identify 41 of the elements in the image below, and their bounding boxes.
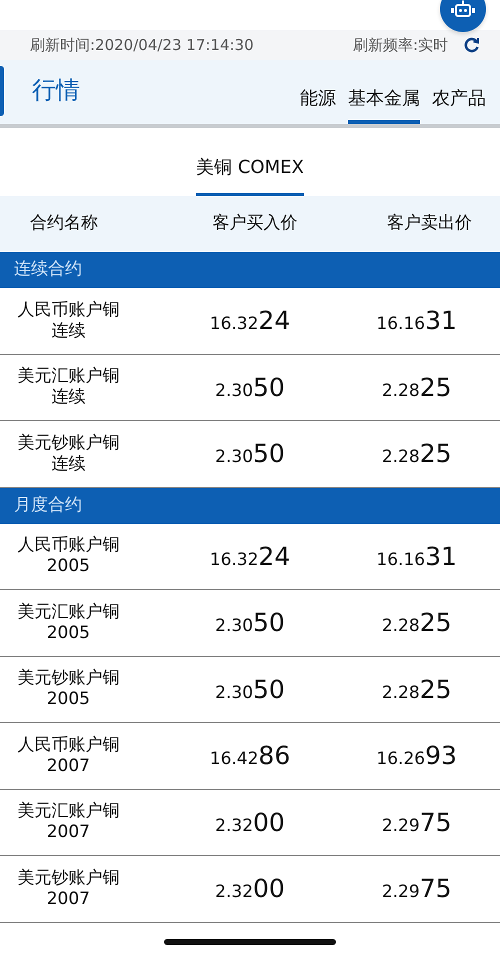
- contract-name: 美元汇账户铜 连续: [16, 366, 120, 408]
- sell-price: 2.2825: [380, 438, 452, 470]
- buy-price: 16.3224: [208, 540, 292, 572]
- contract-name: 美元钞账户铜 2007: [16, 868, 120, 910]
- contract-name: 人民币账户铜 连续: [16, 300, 120, 342]
- section-header: 月度合约: [0, 488, 500, 524]
- refresh-frequency: 刷新频率:实时: [352, 34, 448, 56]
- refresh-icon[interactable]: [464, 37, 480, 53]
- sell-price: 2.2825: [380, 674, 452, 706]
- refresh-time: 刷新时间:2020/04/23 17:14:30: [30, 34, 254, 56]
- sell-price: 2.2975: [380, 873, 452, 905]
- sell-price: 2.2825: [380, 607, 452, 639]
- contract-name: 美元钞账户铜 连续: [16, 432, 120, 475]
- contract-name: 美元钞账户铜 2005: [16, 668, 120, 710]
- buy-price: 16.3224: [208, 305, 292, 337]
- sell-price: 16.2693: [375, 740, 458, 772]
- page-title: 行情: [32, 75, 80, 106]
- buy-price: 2.3200: [214, 873, 286, 905]
- contract-name: 美元汇账户铜 2007: [16, 801, 120, 844]
- column-header: 客户买入价: [211, 212, 298, 236]
- contract-name: 人民币账户铜 2005: [16, 535, 120, 578]
- accent-bar: [0, 66, 4, 116]
- buy-price: 2.3050: [214, 607, 286, 639]
- sell-price: 2.2975: [380, 806, 452, 838]
- contract-name: 人民币账户铜 2007: [16, 734, 120, 777]
- section-header: 连续合约: [0, 252, 500, 288]
- buy-price: 2.3050: [214, 674, 286, 706]
- buy-price: 16.4286: [208, 740, 292, 772]
- category-tab[interactable]: 农产品: [432, 85, 486, 124]
- contract-name: 美元汇账户铜 2005: [16, 602, 120, 644]
- sell-price: 16.1631: [375, 305, 458, 337]
- buy-price: 2.3050: [214, 372, 286, 404]
- sell-price: 2.2825: [380, 372, 452, 404]
- category-tab[interactable]: 能源: [300, 85, 336, 124]
- column-header: 客户卖出价: [386, 212, 473, 236]
- home-indicator[interactable]: [164, 938, 336, 944]
- column-header: 合约名称: [29, 212, 99, 236]
- sell-price: 16.1631: [375, 540, 458, 572]
- buy-price: 2.3200: [214, 806, 286, 838]
- buy-price: 2.3050: [214, 438, 286, 470]
- category-tab[interactable]: 基本金属: [348, 85, 420, 124]
